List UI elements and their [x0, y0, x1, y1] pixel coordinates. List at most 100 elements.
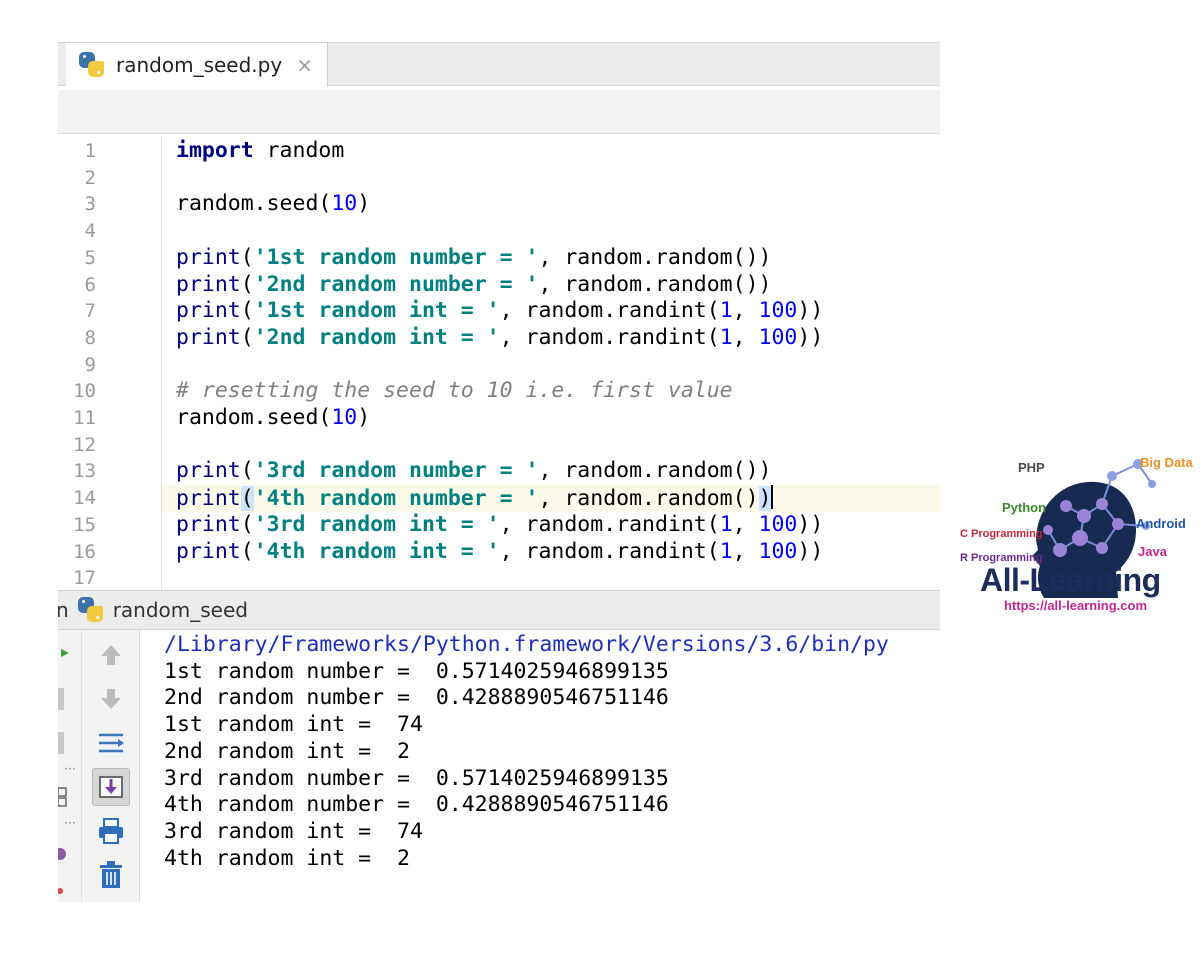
code-token: , random.randint( — [499, 324, 720, 350]
code-token: )) — [797, 538, 824, 564]
code-token: print — [176, 486, 241, 512]
code-token: '4th random number = ' — [253, 486, 539, 512]
trash-icon[interactable] — [92, 856, 130, 894]
code-line[interactable]: print('4th random number = ', random.ran… — [176, 485, 774, 512]
close-icon[interactable]: × — [296, 53, 313, 77]
code-token: print — [176, 458, 241, 484]
code-token: ) — [758, 486, 772, 512]
more-icon[interactable]: ··· — [58, 816, 82, 830]
code-token: '4th random int = ' — [253, 538, 500, 564]
line-number: 7 — [84, 300, 96, 323]
code-token: 100 — [758, 324, 798, 350]
code-token: , random.random()) — [538, 244, 772, 270]
code-token: , — [732, 324, 759, 350]
code-line[interactable]: print('2nd random number = ', random.ran… — [176, 272, 771, 299]
python-run-icon — [77, 596, 105, 624]
rerun-icon[interactable] — [58, 732, 64, 754]
code-token: '3rd random int = ' — [253, 511, 500, 537]
code-token: ( — [240, 458, 254, 484]
code-line[interactable]: print('3rd random int = ', random.randin… — [176, 512, 823, 539]
code-token: import — [176, 138, 254, 163]
line-number: 6 — [84, 273, 96, 296]
line-number: 5 — [84, 246, 96, 269]
layout-icon[interactable] — [58, 786, 68, 808]
code-token: '3rd random number = ' — [253, 458, 539, 484]
tab-random-seed-py[interactable]: random_seed.py × — [66, 43, 328, 87]
line-number: 4 — [84, 220, 96, 243]
arrow-down-icon[interactable] — [92, 680, 130, 718]
soft-wrap-icon[interactable] — [92, 724, 130, 762]
code-token: 1 — [719, 511, 733, 537]
navigation-bar — [58, 90, 940, 134]
code-line[interactable]: print('1st random int = ', random.randin… — [176, 298, 823, 325]
code-line[interactable]: # resetting the seed to 10 i.e. first va… — [176, 378, 733, 405]
code-token: 1 — [719, 324, 733, 350]
run-play-icon[interactable] — [60, 648, 70, 658]
code-line[interactable]: print('3rd random number = ', random.ran… — [176, 458, 771, 485]
line-number: 8 — [84, 326, 96, 349]
text-caret — [771, 485, 774, 510]
debug-icon[interactable] — [58, 844, 68, 864]
logo-wordmark: All-Learning — [980, 562, 1161, 598]
code-token: print — [176, 324, 241, 350]
code-token: ) — [357, 191, 371, 217]
code-token: 100 — [758, 298, 798, 324]
run-tool-window-header: n random_seed — [58, 590, 940, 630]
print-icon[interactable] — [92, 812, 130, 850]
pin-icon[interactable] — [58, 886, 68, 896]
logo-tag: Android — [1136, 516, 1186, 531]
code-token: , random.randint( — [499, 298, 720, 324]
logo-tag: Big Data — [1140, 455, 1193, 470]
console-output-line: 4th random number = 0.4288890546751146 — [164, 792, 669, 818]
code-token: print — [176, 511, 241, 537]
logo-tag: Java — [1138, 544, 1167, 559]
code-line[interactable]: import random — [176, 138, 344, 165]
code-token: , random.random() — [538, 486, 759, 512]
arrow-up-icon[interactable] — [92, 636, 130, 674]
line-number: 11 — [73, 407, 96, 429]
console-output-line: 2nd random int = 2 — [164, 738, 410, 764]
console-path-line: /Library/Frameworks/Python.framework/Ver… — [164, 632, 889, 657]
code-line[interactable]: print('1st random number = ', random.ran… — [176, 245, 771, 272]
code-token: print — [176, 538, 241, 564]
code-token: , random.random()) — [538, 271, 772, 297]
code-token: random — [253, 138, 345, 163]
code-token: , — [732, 298, 759, 324]
code-token: print — [176, 298, 241, 324]
code-line[interactable]: print('2nd random int = ', random.randin… — [176, 325, 823, 352]
line-number: 14 — [73, 487, 96, 510]
line-number: 16 — [73, 540, 96, 563]
code-token: 1 — [719, 538, 733, 564]
run-side-strip: ··· ··· — [58, 630, 82, 902]
line-number: 3 — [84, 193, 96, 216]
code-token: '2nd random number = ' — [253, 271, 539, 297]
code-token: , random.randint( — [499, 511, 720, 537]
code-line[interactable]: random.seed(10) — [176, 191, 370, 218]
line-number: 9 — [84, 353, 96, 376]
code-token: ( — [240, 324, 254, 350]
scroll-to-end-icon[interactable] — [92, 768, 130, 806]
more-icon[interactable]: ··· — [58, 762, 82, 776]
line-number: 10 — [73, 380, 96, 403]
run-config-name[interactable]: random_seed — [113, 598, 248, 622]
run-console: ··· ··· /Library/Frameworks/Python.frame… — [58, 630, 940, 902]
code-token: 10 — [331, 405, 358, 430]
code-token: , random.randint( — [499, 538, 720, 564]
code-editor[interactable]: 1 2 3 4 5 6 7 8 9 10 11 12 13 14 15 16 17 import random r… — [58, 136, 940, 590]
code-token: )) — [797, 324, 824, 350]
stop-icon[interactable] — [58, 688, 64, 710]
code-token: random.seed( — [176, 191, 332, 217]
code-token: 10 — [331, 191, 358, 217]
logo-tag: C Programming — [960, 528, 1043, 540]
code-token: ( — [240, 298, 254, 324]
console-output-line: 1st random number = 0.5714025946899135 — [164, 658, 669, 684]
code-token: '1st random number = ' — [253, 244, 539, 270]
line-number: 2 — [84, 166, 96, 189]
code-line[interactable]: print('4th random int = ', random.randin… — [176, 539, 823, 566]
line-number: 1 — [84, 140, 96, 162]
tab-label: random_seed.py — [116, 53, 283, 77]
code-token: ( — [240, 486, 254, 512]
ide-window: random_seed.py × 1 2 3 4 5 6 7 8 9 10 11 12 13 14 15 16… — [58, 42, 940, 902]
code-token: 100 — [758, 511, 798, 537]
code-line[interactable]: random.seed(10) — [176, 405, 370, 432]
